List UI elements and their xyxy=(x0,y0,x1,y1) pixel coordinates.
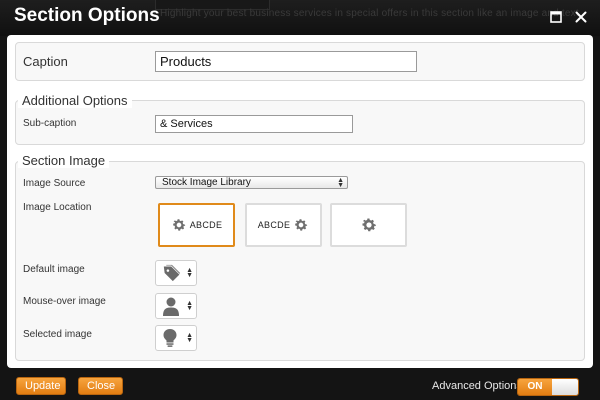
toggle-knob xyxy=(552,379,578,395)
select-arrows-icon: ▲ ▼ xyxy=(337,177,344,189)
additional-options-legend: Additional Options xyxy=(18,93,132,108)
location-tile-icon-left[interactable]: ABCDE xyxy=(158,203,235,247)
caption-input[interactable] xyxy=(155,51,417,72)
default-image-label: Default image xyxy=(23,264,85,275)
location-tile-icon-right[interactable]: ABCDE xyxy=(245,203,322,247)
advanced-options-label: Advanced Options xyxy=(432,380,522,392)
caption-label: Caption xyxy=(23,54,68,69)
close-button[interactable]: Close xyxy=(78,377,123,395)
gear-icon xyxy=(295,219,308,231)
tag-icon xyxy=(163,264,181,282)
subcaption-input[interactable] xyxy=(155,115,353,133)
person-icon xyxy=(163,297,179,316)
close-icon xyxy=(575,11,587,23)
picker-arrows-icon: ▲ ▼ xyxy=(186,332,193,344)
image-source-label: Image Source xyxy=(23,178,86,189)
selected-image-label: Selected image xyxy=(23,329,92,340)
location-tile-icon-only[interactable] xyxy=(330,203,407,247)
image-location-label: Image Location xyxy=(23,202,92,213)
advanced-options-toggle[interactable]: ON xyxy=(517,378,579,396)
image-source-select[interactable]: Stock Image Library ▲ ▼ xyxy=(155,176,348,189)
title-bar: Highlight your best business services in… xyxy=(0,0,600,36)
update-button[interactable]: Update xyxy=(16,377,66,395)
tile-text: ABCDE xyxy=(257,220,291,230)
section-image-legend: Section Image xyxy=(18,153,110,168)
maximize-icon xyxy=(550,11,562,23)
default-image-picker[interactable]: ▲ ▼ xyxy=(155,260,197,286)
mouseover-image-picker[interactable]: ▲ ▼ xyxy=(155,293,197,319)
toggle-on-label: ON xyxy=(518,379,552,395)
background-ghost-text: Highlight your best business services in… xyxy=(160,8,579,19)
picker-arrows-icon: ▲ ▼ xyxy=(186,300,193,312)
gear-icon xyxy=(361,218,376,232)
maximize-button[interactable] xyxy=(548,9,564,25)
window-title: Section Options xyxy=(14,5,160,26)
lightbulb-icon xyxy=(163,329,177,347)
subcaption-label: Sub-caption xyxy=(23,118,77,129)
picker-arrows-icon: ▲ ▼ xyxy=(186,267,193,279)
mouseover-image-label: Mouse-over image xyxy=(23,296,106,307)
image-source-value: Stock Image Library xyxy=(162,177,251,188)
options-panel: Caption Additional Options Sub-caption S… xyxy=(7,35,593,368)
close-window-button[interactable] xyxy=(573,9,589,25)
tile-text: ABCDE xyxy=(189,220,223,230)
gear-icon xyxy=(172,219,186,231)
section-image-section xyxy=(15,161,585,361)
selected-image-picker[interactable]: ▲ ▼ xyxy=(155,325,197,351)
